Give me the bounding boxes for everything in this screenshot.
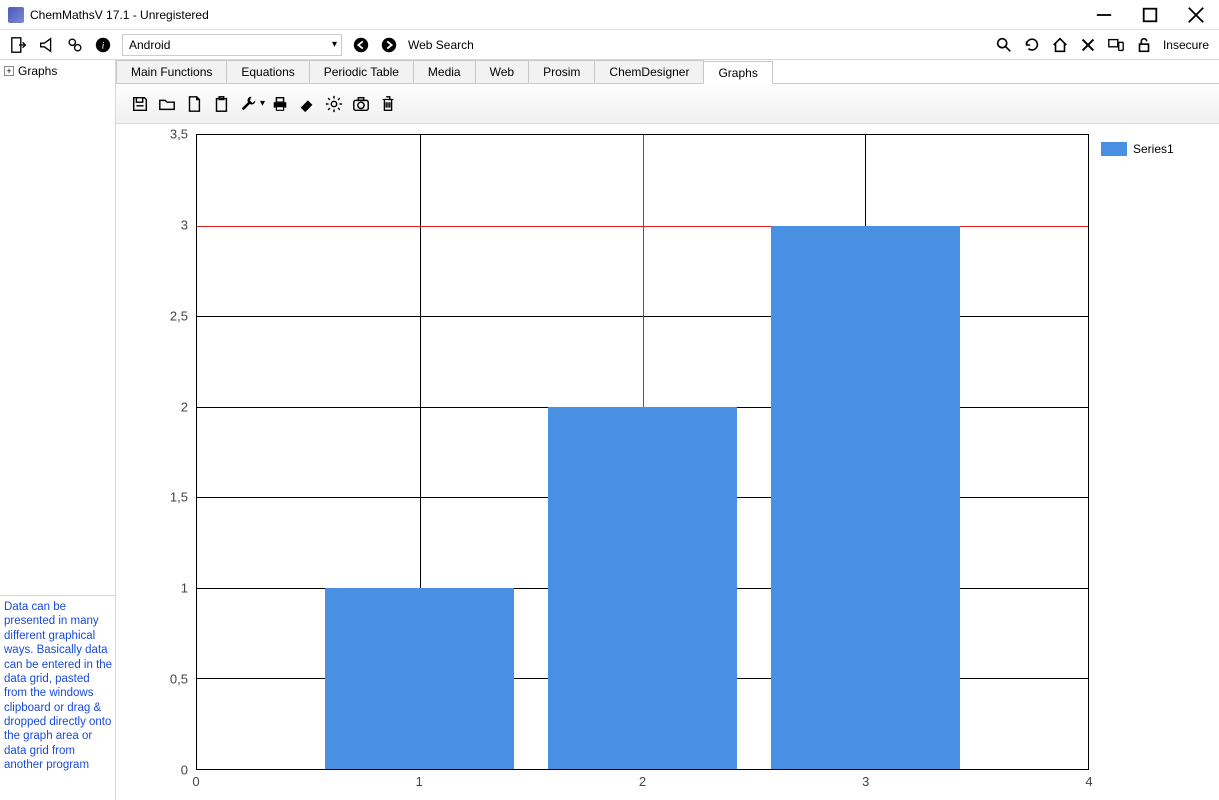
x-tick-label: 0 xyxy=(192,774,199,789)
chart-bar xyxy=(771,226,960,769)
y-tick-label: 1,5 xyxy=(170,490,188,505)
chart-legend: Series1 xyxy=(1089,134,1199,800)
tab-label: Web xyxy=(490,65,514,79)
camera-icon[interactable] xyxy=(349,92,373,116)
y-tick-label: 1 xyxy=(181,581,188,596)
open-folder-icon[interactable] xyxy=(155,92,179,116)
unlock-icon[interactable] xyxy=(1135,36,1153,54)
wrench-dropdown-icon[interactable]: ▾ xyxy=(260,98,265,109)
forward-circle-icon[interactable] xyxy=(380,36,398,54)
minimize-button[interactable] xyxy=(1081,0,1127,30)
tab-label: ChemDesigner xyxy=(609,65,689,79)
insecure-label: Insecure xyxy=(1163,38,1209,52)
chart-plot-area[interactable] xyxy=(196,134,1089,770)
info-icon[interactable]: i xyxy=(94,36,112,54)
x-tick-label: 1 xyxy=(416,774,423,789)
legend-swatch xyxy=(1101,142,1127,156)
web-search-label[interactable]: Web Search xyxy=(408,38,474,52)
magnifier-icon[interactable] xyxy=(995,36,1013,54)
tab-media[interactable]: Media xyxy=(414,60,476,83)
tab-label: Prosim xyxy=(543,65,580,79)
new-document-icon[interactable] xyxy=(182,92,206,116)
close-button[interactable] xyxy=(1173,0,1219,30)
gear-icon[interactable] xyxy=(322,92,346,116)
settings-gears-icon[interactable] xyxy=(66,36,84,54)
wrench-icon[interactable] xyxy=(236,92,260,116)
home-icon[interactable] xyxy=(1051,36,1069,54)
tab-equations[interactable]: Equations xyxy=(227,60,309,83)
cancel-x-icon[interactable] xyxy=(1079,36,1097,54)
tab-label: Graphs xyxy=(718,66,757,80)
tab-periodic-table[interactable]: Periodic Table xyxy=(310,60,414,83)
help-text: Data can be presented in many different … xyxy=(4,601,112,771)
app-icon xyxy=(8,7,24,23)
devices-icon[interactable] xyxy=(1107,36,1125,54)
tab-main-functions[interactable]: Main Functions xyxy=(116,60,227,83)
announce-icon[interactable] xyxy=(38,36,56,54)
y-tick-label: 2 xyxy=(181,399,188,414)
y-tick-label: 3,5 xyxy=(170,127,188,142)
tab-label: Main Functions xyxy=(131,65,212,79)
export-icon[interactable] xyxy=(10,36,28,54)
legend-label: Series1 xyxy=(1133,142,1174,156)
tab-label: Equations xyxy=(241,65,294,79)
x-tick-label: 4 xyxy=(1085,774,1092,789)
y-tick-label: 3 xyxy=(181,217,188,232)
y-tick-label: 0 xyxy=(181,763,188,778)
trash-icon[interactable] xyxy=(376,92,400,116)
window-title: ChemMathsV 17.1 - Unregistered xyxy=(30,8,209,22)
tabs-row: Main Functions Equations Periodic Table Med… xyxy=(116,60,1219,84)
save-icon[interactable] xyxy=(128,92,152,116)
y-tick-label: 0,5 xyxy=(170,672,188,687)
x-tick-label: 3 xyxy=(862,774,869,789)
maximize-button[interactable] xyxy=(1127,0,1173,30)
tree-expand-icon[interactable]: + xyxy=(4,66,14,76)
tree-node-label: Graphs xyxy=(18,64,57,78)
eraser-icon[interactable] xyxy=(295,92,319,116)
refresh-icon[interactable] xyxy=(1023,36,1041,54)
tab-web[interactable]: Web xyxy=(476,60,529,83)
tab-label: Periodic Table xyxy=(324,65,399,79)
tab-graphs[interactable]: Graphs xyxy=(704,61,772,84)
platform-select[interactable]: Android ▾ xyxy=(122,34,342,56)
y-tick-label: 2,5 xyxy=(170,308,188,323)
back-circle-icon[interactable] xyxy=(352,36,370,54)
tab-prosim[interactable]: Prosim xyxy=(529,60,595,83)
platform-select-value: Android xyxy=(129,38,170,52)
tab-label: Media xyxy=(428,65,461,79)
clipboard-icon[interactable] xyxy=(209,92,233,116)
chart-bar xyxy=(325,588,514,769)
print-icon[interactable] xyxy=(268,92,292,116)
tree-node-graphs[interactable]: + Graphs xyxy=(4,64,111,78)
svg-text:i: i xyxy=(102,40,105,51)
tab-chemdesigner[interactable]: ChemDesigner xyxy=(595,60,704,83)
chevron-down-icon: ▾ xyxy=(332,39,337,50)
x-tick-label: 2 xyxy=(639,774,646,789)
chart-bar xyxy=(548,407,737,769)
help-text-pane[interactable]: Data can be presented in many different … xyxy=(0,595,115,800)
